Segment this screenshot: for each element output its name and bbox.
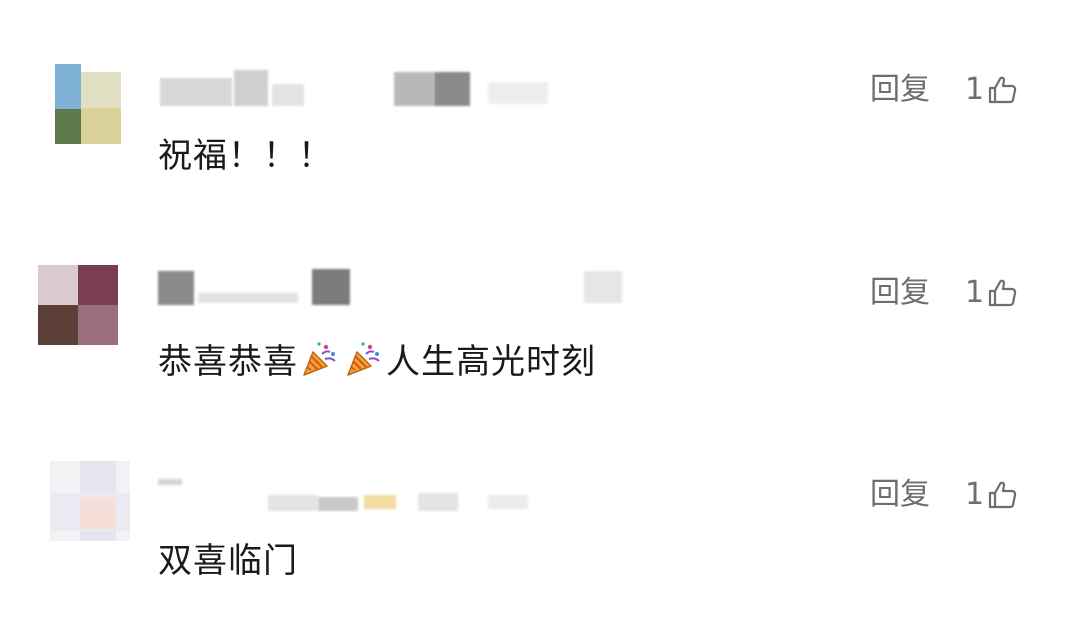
comment-item: 恭喜恭喜 人生高光时刻 回复 1 bbox=[0, 203, 1080, 403]
avatar-tile bbox=[78, 305, 118, 345]
avatar-tile bbox=[55, 109, 81, 144]
redaction-block bbox=[158, 271, 194, 305]
redaction-block bbox=[272, 84, 304, 106]
comment-item: 祝福！！！ 回复 1 bbox=[0, 0, 1080, 200]
avatar[interactable] bbox=[50, 461, 130, 541]
like-button[interactable]: 1 bbox=[965, 477, 1018, 513]
like-button[interactable]: 1 bbox=[965, 275, 1018, 311]
comment-text: 祝福！！！ bbox=[158, 136, 333, 176]
redaction-block bbox=[488, 495, 528, 509]
avatar[interactable] bbox=[38, 265, 118, 345]
redaction-block bbox=[198, 293, 298, 303]
like-count: 1 bbox=[965, 477, 985, 512]
redaction-block bbox=[234, 70, 268, 106]
redaction-block bbox=[488, 82, 548, 104]
thumbs-up-icon bbox=[988, 481, 1017, 509]
username-redacted[interactable] bbox=[158, 267, 638, 307]
avatar-tile bbox=[81, 72, 121, 108]
redaction-block bbox=[434, 72, 470, 106]
reply-button[interactable]: 回复 bbox=[870, 72, 930, 108]
comment-text-part: 人生高光时刻 bbox=[386, 342, 596, 382]
redaction-block bbox=[318, 497, 358, 511]
avatar-tile bbox=[81, 108, 121, 144]
username-redacted[interactable] bbox=[158, 70, 638, 110]
thumbs-up-icon bbox=[988, 76, 1017, 104]
comment-item: 双喜临门 回复 1 bbox=[0, 405, 1080, 605]
redaction-block bbox=[418, 493, 458, 511]
redaction-block bbox=[268, 495, 318, 511]
party-popper-icon bbox=[347, 342, 380, 376]
avatar[interactable] bbox=[55, 64, 135, 144]
like-count: 1 bbox=[965, 275, 985, 310]
avatar-tile bbox=[80, 497, 116, 529]
avatar-tile bbox=[38, 265, 78, 305]
reply-button[interactable]: 回复 bbox=[870, 275, 930, 311]
like-count: 1 bbox=[965, 72, 985, 107]
redaction-block bbox=[584, 271, 622, 303]
reply-button[interactable]: 回复 bbox=[870, 477, 930, 513]
like-button[interactable]: 1 bbox=[965, 72, 1018, 108]
comment-text: 双喜临门 bbox=[158, 541, 298, 581]
avatar-tile bbox=[38, 305, 78, 345]
comment-text-part: 恭喜恭喜 bbox=[158, 342, 298, 382]
party-popper-icon bbox=[303, 342, 336, 376]
comment-text: 恭喜恭喜 人生高光时刻 bbox=[158, 339, 596, 382]
redaction-block bbox=[394, 72, 434, 106]
redaction-block bbox=[364, 495, 396, 509]
username-redacted[interactable] bbox=[158, 475, 638, 515]
thumbs-up-icon bbox=[988, 279, 1017, 307]
redaction-block bbox=[312, 269, 350, 305]
avatar-tile bbox=[78, 265, 118, 305]
redaction-block bbox=[160, 78, 232, 106]
redaction-block bbox=[158, 479, 182, 485]
